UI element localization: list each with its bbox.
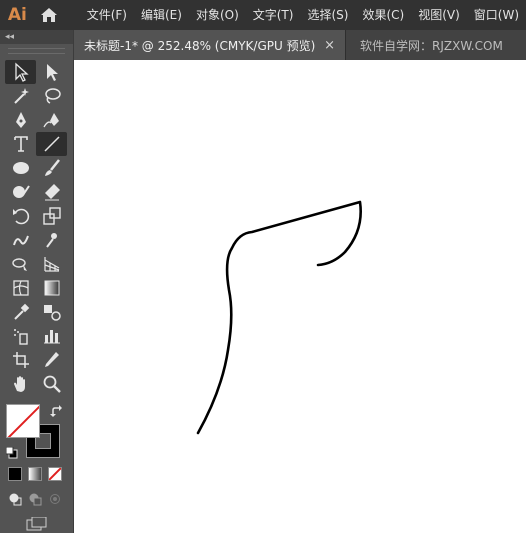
blend-tool-icon[interactable] bbox=[36, 300, 67, 324]
tab-document-other[interactable]: 软件自学网：RJZXW.COM bbox=[346, 30, 503, 60]
none-mode-button[interactable] bbox=[48, 467, 62, 481]
no-fill-icon bbox=[7, 405, 39, 437]
paintbrush-tool-icon[interactable] bbox=[36, 156, 67, 180]
zoom-tool-icon[interactable] bbox=[36, 372, 67, 396]
menu-type[interactable]: 文字(T) bbox=[246, 0, 301, 30]
ellipse-tool-icon[interactable] bbox=[5, 156, 36, 180]
pen-tool-icon[interactable] bbox=[5, 108, 36, 132]
menu-object[interactable]: 对象(O) bbox=[189, 0, 246, 30]
draw-behind-icon[interactable] bbox=[28, 492, 42, 506]
home-icon[interactable] bbox=[35, 0, 64, 30]
path-stroke[interactable] bbox=[196, 200, 362, 435]
column-graph-tool-icon[interactable] bbox=[36, 324, 67, 348]
none-icon bbox=[49, 468, 61, 480]
menu-select[interactable]: 选择(S) bbox=[300, 0, 355, 30]
rotate-tool-icon[interactable] bbox=[5, 204, 36, 228]
tab-close-icon[interactable]: × bbox=[320, 38, 339, 53]
color-mode-buttons bbox=[8, 467, 62, 481]
swap-fill-stroke-icon[interactable] bbox=[50, 404, 64, 423]
menu-effect[interactable]: 效果(C) bbox=[355, 0, 411, 30]
eyedropper-tool-icon[interactable] bbox=[5, 300, 36, 324]
color-mode-button[interactable] bbox=[8, 467, 22, 481]
warp-tool-icon[interactable] bbox=[5, 228, 36, 252]
menu-edit[interactable]: 编辑(E) bbox=[134, 0, 189, 30]
shape-builder-tool-icon[interactable] bbox=[5, 252, 36, 276]
shaper-tool-icon[interactable] bbox=[5, 180, 36, 204]
symbol-sprayer-tool-icon[interactable] bbox=[5, 324, 36, 348]
menu-window[interactable]: 窗口(W) bbox=[467, 0, 526, 30]
artboard-canvas[interactable] bbox=[74, 60, 526, 533]
document-tab-bar: 未标题-1* @ 252.48% (CMYK/GPU 预览) × 软件自学网：R… bbox=[74, 30, 526, 60]
app-logo: Ai bbox=[7, 5, 27, 25]
tab-document-active[interactable]: 未标题-1* @ 252.48% (CMYK/GPU 预览) × bbox=[74, 30, 346, 60]
artboard-tool-icon[interactable] bbox=[5, 348, 36, 372]
menu-file[interactable]: 文件(F) bbox=[80, 0, 134, 30]
menu-bar: Ai 文件(F) 编辑(E) 对象(O) 文字(T) 选择(S) 效果(C) 视… bbox=[0, 0, 526, 30]
gradient-mode-button[interactable] bbox=[28, 467, 42, 481]
direct-selection-tool-icon[interactable] bbox=[36, 60, 67, 84]
menu-items: 文件(F) 编辑(E) 对象(O) 文字(T) 选择(S) 效果(C) 视图(V… bbox=[80, 0, 526, 30]
hand-tool-icon[interactable] bbox=[5, 372, 36, 396]
illustrator-window: Ai 文件(F) 编辑(E) 对象(O) 文字(T) 选择(S) 效果(C) 视… bbox=[0, 0, 526, 533]
slice-tool-icon[interactable] bbox=[36, 348, 67, 372]
toolbar-grip[interactable] bbox=[8, 48, 65, 54]
magic-wand-tool-icon[interactable] bbox=[5, 84, 36, 108]
type-tool-icon[interactable] bbox=[5, 132, 36, 156]
selection-tool-icon[interactable] bbox=[5, 60, 36, 84]
tab-other-title: 软件自学网：RJZXW.COM bbox=[360, 38, 503, 53]
gradient-tool-icon[interactable] bbox=[36, 276, 67, 300]
toolbar-collapse-button[interactable]: ◂◂ bbox=[0, 30, 73, 44]
perspective-grid-tool-icon[interactable] bbox=[36, 252, 67, 276]
menu-view[interactable]: 视图(V) bbox=[411, 0, 467, 30]
mesh-tool-icon[interactable] bbox=[5, 276, 36, 300]
tab-active-title: 未标题-1* @ 252.48% (CMYK/GPU 预览) bbox=[84, 38, 316, 53]
eraser-tool-icon[interactable] bbox=[36, 180, 67, 204]
draw-inside-icon[interactable] bbox=[48, 492, 62, 506]
scale-tool-icon[interactable] bbox=[36, 204, 67, 228]
screen-mode-icon[interactable] bbox=[26, 516, 48, 533]
drawn-path[interactable] bbox=[74, 60, 526, 533]
default-fill-stroke-icon[interactable] bbox=[5, 444, 18, 463]
puppet-warp-tool-icon[interactable] bbox=[36, 228, 67, 252]
fill-stroke-widget bbox=[5, 404, 68, 463]
draw-normal-icon[interactable] bbox=[8, 492, 22, 506]
lasso-tool-icon[interactable] bbox=[36, 84, 67, 108]
curvature-tool-icon[interactable] bbox=[36, 108, 67, 132]
fill-swatch[interactable] bbox=[6, 404, 40, 438]
line-segment-tool-icon[interactable] bbox=[36, 132, 67, 156]
drawing-mode-buttons bbox=[8, 492, 62, 506]
